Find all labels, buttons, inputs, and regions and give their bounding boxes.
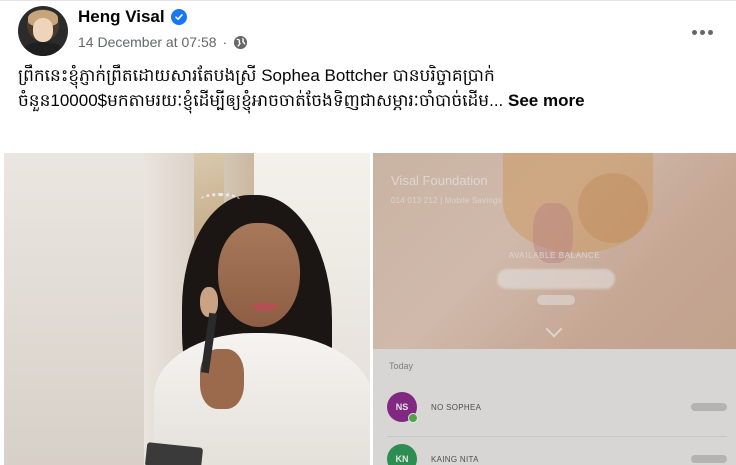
white-robe bbox=[154, 333, 370, 465]
account-name: Visal Foundation bbox=[391, 173, 488, 188]
author-avatar[interactable] bbox=[18, 6, 68, 56]
check-icon bbox=[408, 413, 418, 423]
transaction-name: NO SOPHEA bbox=[431, 402, 482, 412]
post-meta: 14 December at 07:58 · bbox=[78, 34, 248, 50]
list-divider bbox=[387, 436, 727, 437]
caption-line-2: ចំនួន10000$មកតាមរយៈខ្ញុំដើម្បីឲ្យខ្ញុំអា… bbox=[18, 88, 718, 113]
facebook-post: Heng Visal 14 December at 07:58 · ព្រឹកន… bbox=[0, 0, 736, 465]
background-wall bbox=[4, 153, 144, 465]
post-media: Visal Foundation 014 013 212 | Mobile Sa… bbox=[4, 153, 736, 465]
transaction-row: NS NO SOPHEA bbox=[387, 391, 727, 423]
woman-face bbox=[218, 223, 300, 327]
header-artwork bbox=[578, 173, 648, 243]
blurred-amount bbox=[691, 455, 727, 463]
transaction-initials: NS bbox=[395, 402, 409, 412]
balance-label: AVAILABLE BALANCE bbox=[508, 251, 601, 260]
transaction-avatar: KN bbox=[387, 444, 417, 465]
post-timestamp[interactable]: 14 December at 07:58 bbox=[78, 34, 217, 50]
bank-app-header: Visal Foundation 014 013 212 | Mobile Sa… bbox=[373, 153, 736, 349]
blurred-balance bbox=[497, 269, 615, 289]
photo-bank-app-screenshot[interactable]: Visal Foundation 014 013 212 | Mobile Sa… bbox=[373, 153, 736, 465]
see-more-link[interactable]: See more bbox=[508, 91, 585, 110]
caption-text: ចំនួន10000$មកតាមរយៈខ្ញុំដើម្បីឲ្យខ្ញុំអា… bbox=[18, 91, 504, 110]
more-dot bbox=[699, 29, 705, 35]
post-caption: ព្រឹកនេះខ្ញុំភ្ញាក់ព្រឹតដោយសារតែបងស្រី S… bbox=[18, 63, 718, 113]
transaction-row: KN KAING NITA bbox=[387, 443, 727, 465]
author-row: Heng Visal bbox=[78, 7, 187, 27]
avatar-face bbox=[33, 18, 53, 42]
photo-woman-makeup[interactable] bbox=[4, 153, 370, 465]
transaction-initials: KN bbox=[395, 454, 409, 464]
transaction-avatar: NS bbox=[387, 392, 418, 423]
meta-separator: · bbox=[222, 34, 228, 50]
avatar-body bbox=[22, 42, 64, 56]
caption-line: ព្រឹកនេះខ្ញុំភ្ញាក់ព្រឹតដោយសារតែបងស្រី S… bbox=[18, 66, 495, 85]
blurred-sub-balance bbox=[537, 295, 575, 305]
more-dot bbox=[691, 29, 697, 35]
account-number: 014 013 212 | Mobile Savings bbox=[391, 196, 502, 205]
transaction-name: KAING NITA bbox=[431, 454, 479, 464]
woman-lips bbox=[252, 303, 278, 311]
chevron-down-icon bbox=[545, 320, 563, 338]
transaction-list: Today NS NO SOPHEA KN KAING NITA bbox=[373, 349, 736, 465]
post-header: Heng Visal 14 December at 07:58 · bbox=[18, 6, 728, 56]
blurred-amount bbox=[691, 403, 727, 411]
author-name[interactable]: Heng Visal bbox=[78, 7, 165, 27]
tiara bbox=[200, 193, 240, 207]
more-horizontal-icon[interactable] bbox=[688, 18, 716, 46]
verified-badge-icon bbox=[170, 9, 187, 25]
more-dot bbox=[707, 29, 713, 35]
globe-icon[interactable] bbox=[233, 35, 248, 50]
section-label: Today bbox=[389, 361, 414, 371]
